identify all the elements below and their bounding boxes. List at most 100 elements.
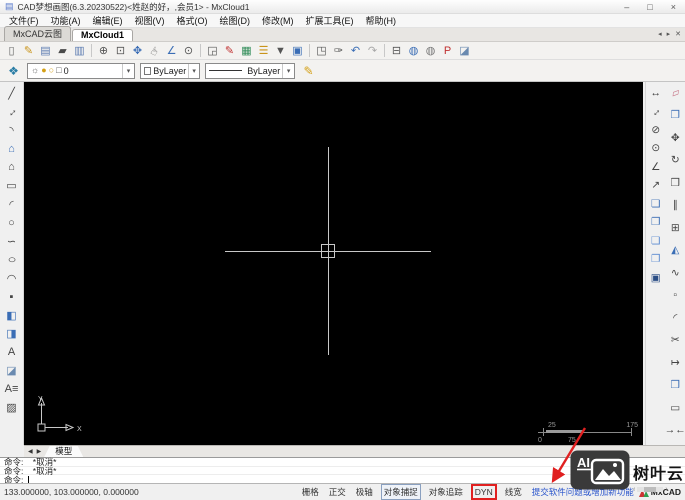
polyline-icon[interactable]: ↔ — [0, 99, 24, 123]
layout-next-icon[interactable]: ▶ — [36, 448, 43, 455]
menu-item[interactable]: 帮助(H) — [360, 14, 403, 27]
revcloud-icon[interactable]: ∿ — [667, 265, 684, 280]
fillet-icon[interactable]: ◜ — [667, 310, 684, 325]
chevron-down-icon[interactable]: ▾ — [282, 63, 294, 78]
attribute-edit-icon[interactable]: ✑ — [330, 43, 347, 59]
image-icon[interactable]: ◪ — [3, 363, 21, 379]
zoom-scale-icon[interactable]: ∠ — [163, 43, 180, 59]
offset-icon[interactable]: ∥ — [667, 198, 684, 213]
dim-aligned-icon[interactable]: ↔ — [644, 100, 667, 123]
drawing-canvas[interactable]: Y X 25 175 0 75 — [24, 82, 643, 445]
line-icon[interactable]: ╱ — [3, 85, 21, 101]
draworder-front-icon[interactable]: ❏ — [647, 196, 664, 211]
zoom-window-icon[interactable]: ⊡ — [112, 43, 129, 59]
polygon-icon[interactable]: ⌂ — [3, 141, 21, 157]
draworder-top-icon[interactable]: ▣ — [647, 270, 664, 285]
boundary-icon[interactable]: ▭ — [667, 400, 684, 415]
dim-angular-icon[interactable]: ∠ — [647, 159, 664, 174]
dim-leader-icon[interactable]: ↗ — [647, 178, 664, 193]
pedit-icon[interactable]: ▫ — [667, 288, 684, 303]
mtext-icon[interactable]: A≡ — [3, 381, 21, 397]
toggle-dyn[interactable]: DYN — [470, 484, 497, 500]
new-file-icon[interactable]: ▯ — [3, 43, 20, 59]
erase-icon[interactable]: ▱ — [665, 83, 685, 103]
color-combo[interactable]: ByLayer ▾ — [140, 62, 200, 79]
tab-close-icon[interactable]: ✕ — [675, 30, 681, 38]
hatch-icon[interactable]: ▨ — [3, 400, 21, 416]
zoom-realtime-icon[interactable]: ⊙ — [180, 43, 197, 59]
model-tab[interactable]: 模型 — [44, 446, 84, 457]
tab-next-icon[interactable]: ▸ — [667, 30, 671, 38]
zoom-in-icon[interactable]: ⊕ — [95, 43, 112, 59]
join-icon[interactable]: →← — [665, 423, 685, 438]
trim-icon[interactable]: ✂ — [667, 333, 684, 348]
tab-mxcloud1[interactable]: MxCloud1 — [72, 29, 134, 41]
ellipse-icon[interactable]: ○ — [0, 252, 24, 268]
save-icon[interactable]: ▤ — [37, 43, 54, 59]
text-icon[interactable]: A — [3, 344, 21, 360]
zoom-extents-icon[interactable]: ✥ — [129, 43, 146, 59]
tab-prev-icon[interactable]: ◂ — [658, 30, 662, 38]
image-export-icon[interactable]: ◪ — [456, 43, 473, 59]
menu-item[interactable]: 视图(V) — [129, 14, 171, 27]
chevron-down-icon[interactable]: ▾ — [122, 63, 134, 78]
web-open-icon[interactable]: ◍ — [405, 43, 422, 59]
toggle-grid[interactable]: 栅格 — [300, 485, 321, 499]
block-icon[interactable]: ◧ — [3, 307, 21, 323]
dim-linear-icon[interactable]: ↔ — [647, 85, 664, 100]
extend-icon[interactable]: ↦ — [667, 355, 684, 370]
circle-icon[interactable]: ○ — [3, 215, 21, 231]
toggle-ortho[interactable]: 正交 — [327, 485, 348, 499]
draworder-above-icon[interactable]: ❏ — [647, 233, 664, 248]
redo-icon[interactable]: ↷ — [364, 43, 381, 59]
dim-radius-icon[interactable]: ⊙ — [647, 141, 664, 156]
ellipse-arc-icon[interactable]: ◠ — [3, 270, 21, 286]
menu-item[interactable]: 绘图(D) — [214, 14, 257, 27]
export-link-icon[interactable]: ◳ — [313, 43, 330, 59]
close-button[interactable]: × — [671, 2, 676, 12]
maximize-button[interactable]: □ — [647, 2, 652, 12]
arc-icon[interactable]: ◝ — [3, 122, 21, 138]
linetype-combo[interactable]: ByLayer ▾ — [205, 62, 295, 79]
open-folder-icon[interactable]: ▰ — [54, 43, 71, 59]
layer-manager-icon[interactable]: ❖ — [5, 63, 22, 79]
point-icon[interactable]: ▪ — [3, 289, 21, 305]
rotate-icon[interactable]: ↻ — [667, 153, 684, 168]
menu-item[interactable]: 格式(O) — [171, 14, 214, 27]
text-style-icon[interactable]: ☰ — [255, 43, 272, 59]
move-icon[interactable]: ✥ — [667, 130, 684, 145]
toggle-polar[interactable]: 极轴 — [354, 485, 375, 499]
find-icon[interactable]: ◲ — [204, 43, 221, 59]
undo-icon[interactable]: ↶ — [347, 43, 364, 59]
draworder-below-icon[interactable]: ❐ — [647, 252, 664, 267]
arc-3pt-icon[interactable]: ◜ — [3, 196, 21, 212]
tab-mxcad-cloud[interactable]: MxCAD云图 — [4, 26, 71, 41]
scale-icon[interactable]: ❒ — [667, 175, 684, 190]
draw-pencil-icon[interactable]: ✎ — [221, 43, 238, 59]
pdf-export-icon[interactable]: P — [439, 43, 456, 59]
draworder-back-icon[interactable]: ❐ — [647, 215, 664, 230]
copy-icon[interactable]: ❐ — [667, 108, 684, 123]
insert-block-icon[interactable]: ◨ — [3, 326, 21, 342]
table-icon[interactable]: ▦ — [238, 43, 255, 59]
menu-item[interactable]: 扩展工具(E) — [300, 14, 360, 27]
pencil-tool-icon[interactable]: ✎ — [300, 63, 317, 79]
save-as-icon[interactable]: ▥ — [71, 43, 88, 59]
mirror-icon[interactable]: ◭ — [667, 243, 684, 258]
open-edit-icon[interactable]: ✎ — [20, 43, 37, 59]
toggle-osnap[interactable]: 对象捕捉 — [380, 484, 421, 500]
menu-item[interactable]: 修改(M) — [256, 14, 300, 27]
toggle-otrack[interactable]: 对象追踪 — [427, 485, 465, 499]
toggle-lineweight[interactable]: 线宽 — [503, 485, 524, 499]
dim-diameter-icon[interactable]: ⊘ — [647, 122, 664, 137]
explode-icon[interactable]: ❒ — [667, 378, 684, 393]
purge-icon[interactable]: ▼ — [272, 43, 289, 59]
array-icon[interactable]: ⊞ — [667, 220, 684, 235]
chevron-down-icon[interactable]: ▾ — [188, 63, 199, 78]
minimize-button[interactable]: – — [624, 2, 629, 12]
spline-icon[interactable]: ∽ — [3, 233, 21, 249]
web-save-icon[interactable]: ◍ — [422, 43, 439, 59]
rectangle-icon[interactable]: ▭ — [3, 178, 21, 194]
polygon2-icon[interactable]: ⌂ — [3, 159, 21, 175]
options-icon[interactable]: ▣ — [289, 43, 306, 59]
